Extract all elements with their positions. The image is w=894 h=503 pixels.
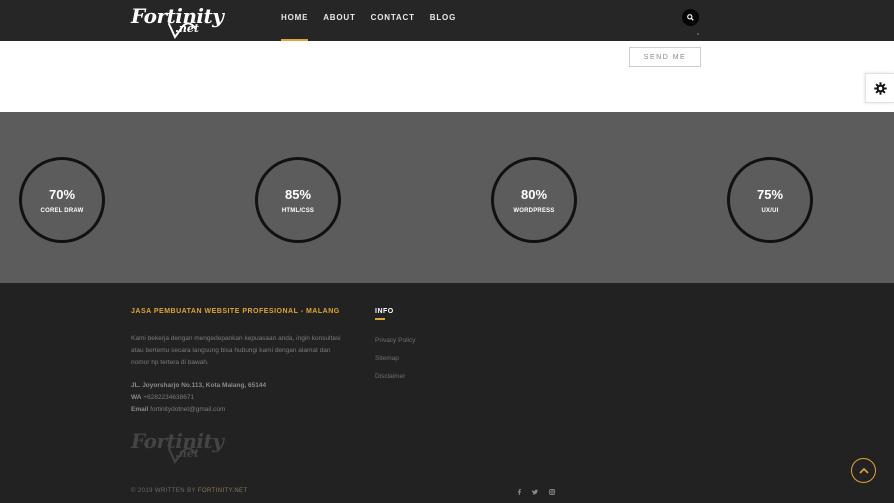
- copyright: © 2019 WRITTEN BY FORTINITY.NET: [131, 488, 248, 494]
- logo-sub: .net: [175, 22, 199, 35]
- site-header: Fortinity .net HOME ABOUT CONTACT BLOG: [0, 0, 894, 41]
- email-value[interactable]: fortinitydotnet@gmail.com: [150, 406, 225, 413]
- whatsapp-line: WA +6282234638671: [131, 392, 194, 404]
- about-text-line-2: atau bertemu secara langsung bisa hubung…: [131, 347, 331, 354]
- site-footer: JASA PEMBUATAN WEBSITE PROFESIONAL - MAL…: [0, 283, 894, 503]
- search-button[interactable]: [682, 9, 699, 26]
- nav-home[interactable]: HOME: [281, 13, 309, 41]
- skill-circle-uxui: 75% UX/UI: [727, 157, 813, 243]
- copyright-brand[interactable]: FORTINITY.NET: [198, 488, 248, 494]
- contact-form-section: SEND ME: [0, 33, 894, 112]
- nav-contact[interactable]: CONTACT: [371, 13, 415, 34]
- skill-value: 80%: [520, 187, 548, 202]
- skill-circle-wordpress: 80% WORDPRESS: [491, 157, 577, 243]
- wa-label: WA: [131, 394, 142, 401]
- search-icon: [687, 14, 694, 21]
- main-nav: HOME ABOUT CONTACT BLOG: [281, 13, 456, 41]
- back-to-top-button[interactable]: [851, 458, 876, 483]
- skill-value: 70%: [48, 187, 76, 202]
- skill-label: WORDPRESS: [513, 208, 555, 214]
- link-sitemap[interactable]: Sitemap: [375, 355, 399, 362]
- address-text: JL. Joyorsharjo No.113, Kota Malang, 651…: [131, 382, 267, 389]
- form-marker: [697, 33, 699, 35]
- skill-label: HTML/CSS: [281, 208, 315, 214]
- skill-value: 75%: [756, 187, 784, 202]
- about-title: JASA PEMBUATAN WEBSITE PROFESIONAL - MAL…: [131, 308, 340, 315]
- send-button[interactable]: SEND ME: [629, 47, 701, 67]
- link-disclaimer[interactable]: Disclaimer: [375, 373, 405, 380]
- email-label: Email: [131, 406, 149, 413]
- gear-icon: [873, 81, 887, 95]
- copyright-prefix: © 2019 WRITTEN BY: [131, 488, 196, 494]
- instagram-icon[interactable]: [549, 489, 555, 495]
- info-title-underline: [375, 318, 385, 320]
- about-text-line-3: nomor hp tertera di bawah.: [131, 359, 209, 366]
- info-title: INFO: [375, 308, 394, 315]
- skills-section: 70% COREL DRAW 85% HTML/CSS 80% WORDPRES…: [0, 112, 894, 283]
- skill-label: UX/UI: [761, 208, 779, 214]
- address: JL. Joyorsharjo No.113, Kota Malang, 651…: [131, 380, 266, 392]
- about-text-line-1: Kami bekerja dengan mengedepankan kepuas…: [131, 335, 341, 342]
- footer-logo-sub: .net: [175, 447, 199, 460]
- footer-logo: Fortinity .net: [131, 429, 224, 465]
- settings-button[interactable]: [865, 73, 894, 103]
- nav-about[interactable]: ABOUT: [323, 13, 355, 34]
- nav-blog[interactable]: BLOG: [430, 13, 456, 34]
- skill-label: COREL DRAW: [40, 208, 84, 214]
- twitter-icon[interactable]: [532, 489, 538, 495]
- email-line: Email fortinitydotnet@gmail.com: [131, 404, 225, 416]
- skill-circle-corel: 70% COREL DRAW: [19, 157, 105, 243]
- skill-circle-html: 85% HTML/CSS: [255, 157, 341, 243]
- chevron-up-icon: [858, 467, 869, 474]
- wa-value[interactable]: +6282234638671: [143, 394, 194, 401]
- facebook-icon[interactable]: [517, 489, 522, 495]
- skill-value: 85%: [284, 187, 312, 202]
- link-privacy-policy[interactable]: Privacy Policy: [375, 337, 415, 344]
- site-logo[interactable]: Fortinity .net: [131, 4, 224, 40]
